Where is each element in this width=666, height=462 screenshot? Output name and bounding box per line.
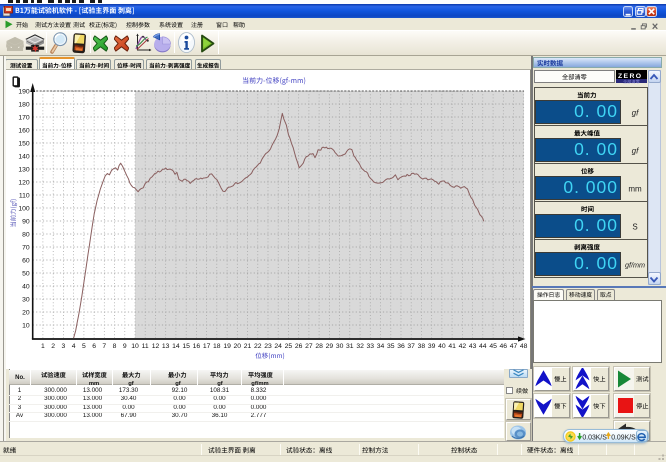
svg-text:gf: gf xyxy=(632,108,639,117)
svg-text:S: S xyxy=(632,222,637,231)
svg-text:No.: No. xyxy=(15,375,25,381)
svg-text:gf: gf xyxy=(632,146,639,155)
svg-text:mm: mm xyxy=(628,184,642,193)
svg-text:0.09K/S: 0.09K/S xyxy=(611,434,636,441)
svg-text:gf/mm: gf/mm xyxy=(625,260,645,269)
svg-text:0.03K/S: 0.03K/S xyxy=(582,434,607,441)
